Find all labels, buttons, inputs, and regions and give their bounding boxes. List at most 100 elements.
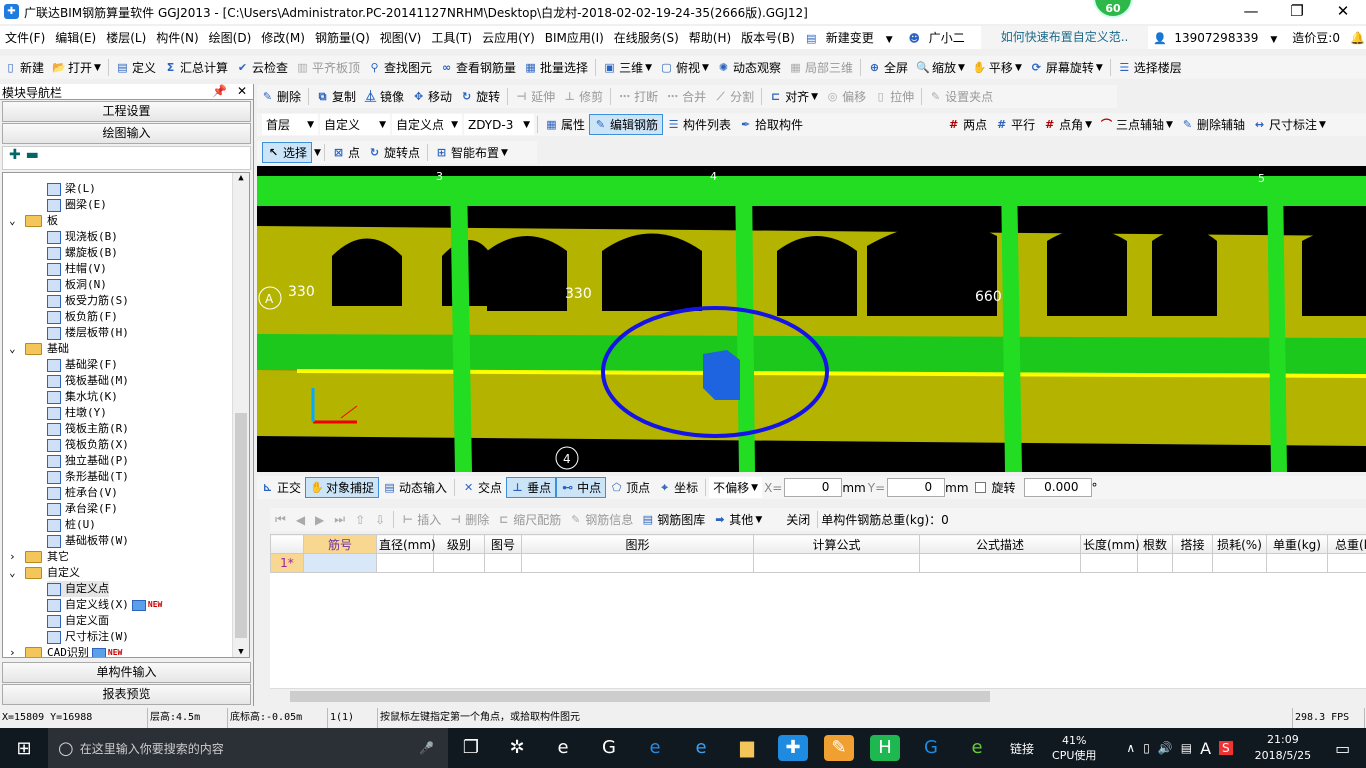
screen-rotate-button[interactable]: ⟳ 屏幕旋转 ▼ (1026, 57, 1107, 78)
table-cell[interactable] (521, 553, 754, 573)
dimension-button[interactable]: ↔ 尺寸标注 ▼ (1249, 114, 1330, 135)
x-input[interactable]: 0 (784, 478, 843, 497)
taskbar-search[interactable]: ○ 在这里输入你要搜索的内容 🎤 (48, 728, 448, 768)
up-record-icon[interactable]: ⇧ (355, 513, 365, 527)
tree-item[interactable]: 自定义面 (47, 613, 109, 629)
sogou-icon[interactable]: S (1219, 741, 1233, 755)
menu-file[interactable]: 文件(F) (0, 29, 50, 46)
table-cell[interactable] (753, 553, 920, 573)
fullscreen-button[interactable]: ⊕ 全屏 (864, 57, 912, 78)
tree-item[interactable]: 板负筋(F) (47, 309, 118, 325)
table-cell[interactable] (484, 553, 522, 573)
chevron-down-icon[interactable]: ⌄ (9, 213, 25, 229)
menu-version[interactable]: 版本号(B) (736, 29, 800, 46)
stretch-button[interactable]: ▯ 拉伸 (870, 86, 918, 107)
align-button[interactable]: ⊏ 对齐 ▼ (765, 86, 822, 107)
collapse-all-icon[interactable]: ▬ (26, 147, 39, 163)
report-preview-button[interactable]: 报表预览 (2, 684, 251, 705)
chevron-down-icon[interactable]: ▼ (1015, 63, 1022, 73)
select-button[interactable]: ↖ 选择 (262, 142, 313, 163)
notification-icon[interactable]: ▭ (1335, 739, 1350, 758)
perpendicular-button[interactable]: ⊥ 垂点 (506, 477, 557, 498)
score-badge[interactable]: 60 (1093, 0, 1133, 18)
three-point-axis-button[interactable]: ⌒ 三点辅轴 ▼ (1096, 114, 1177, 135)
column-header[interactable]: 图形 (521, 534, 754, 554)
microphone-icon[interactable]: 🎤 (419, 741, 434, 755)
properties-button[interactable]: ▦ 属性 (541, 114, 589, 135)
point-angle-button[interactable]: # 点角 ▼ (1039, 114, 1096, 135)
chevron-right-icon[interactable]: › (9, 549, 25, 565)
tree-item[interactable]: 自定义点 (47, 581, 109, 597)
chevron-down-icon[interactable]: ▼ (702, 63, 709, 73)
table-cell[interactable] (919, 553, 1081, 573)
local-3d-button[interactable]: ▦ 局部三维 (785, 57, 857, 78)
column-header[interactable]: 级别 (433, 534, 485, 554)
tree-item[interactable]: ⌄ 基础 (9, 341, 69, 357)
delete-axis-button[interactable]: ✎ 删除辅轴 (1177, 114, 1249, 135)
close-button[interactable]: ✕ (1320, 0, 1366, 24)
copy-button[interactable]: ⧉ 复制 (312, 86, 360, 107)
column-header[interactable]: 直径(mm) (376, 534, 436, 554)
column-header[interactable]: 总重(kg) (1327, 534, 1366, 554)
merge-button[interactable]: ⋯ 合并 (662, 86, 710, 107)
menu-tools[interactable]: 工具(T) (426, 29, 477, 46)
new-change-button[interactable]: ▤ 新建变更 ▼ (800, 29, 903, 46)
menu-help[interactable]: 帮助(H) (684, 29, 736, 46)
column-header[interactable]: 计算公式 (753, 534, 920, 554)
tree-item[interactable]: 楼层板带(H) (47, 325, 129, 341)
orbit-button[interactable]: ✺ 动态观察 (713, 57, 785, 78)
table-cell[interactable] (376, 553, 434, 573)
tree-item[interactable]: 桩承台(V) (47, 485, 118, 501)
link-label[interactable]: 链接 (1010, 740, 1034, 757)
chevron-down-icon[interactable]: ▼ (94, 63, 101, 73)
pan-button[interactable]: ✋ 平移 ▼ (969, 57, 1026, 78)
vertex-button[interactable]: ⬠ 顶点 (606, 477, 654, 498)
glodon-app-icon[interactable]: ✚ (778, 735, 808, 761)
tree-item[interactable]: 基础板带(W) (47, 533, 129, 549)
summary-calc-button[interactable]: Σ 汇总计算 (160, 57, 232, 78)
folder-icon[interactable]: ▆ (732, 735, 762, 761)
offset-select[interactable]: 不偏移 ▼ (709, 477, 763, 498)
tree-item[interactable]: › 其它 (9, 549, 69, 565)
cloud-check-button[interactable]: ✔ 云检查 (232, 57, 292, 78)
close-icon[interactable]: ✕ (237, 84, 247, 98)
ie-icon[interactable]: e (548, 735, 578, 761)
table-cell[interactable] (1212, 553, 1267, 573)
green-e-icon[interactable]: e (962, 735, 992, 761)
pin-icon[interactable]: 📌 (212, 84, 227, 98)
set-grip-button[interactable]: ✎ 设置夹点 (925, 86, 997, 107)
project-settings-button[interactable]: 工程设置 (2, 101, 251, 122)
column-header[interactable]: 长度(mm) (1080, 534, 1140, 554)
scale-rebar-button[interactable]: ⊏ 缩尺配筋 (493, 509, 565, 530)
chevron-down-icon[interactable]: ▼ (755, 515, 762, 525)
clock[interactable]: 21:09 2018/5/25 (1255, 732, 1311, 764)
dynamic-input-button[interactable]: ▤ 动态输入 (379, 477, 451, 498)
windows-start-icon[interactable]: ⊞ (0, 738, 48, 759)
select-floor-button[interactable]: ☰ 选择楼层 (1114, 57, 1186, 78)
task-view-icon[interactable]: ❐ (456, 735, 486, 761)
bell-icon[interactable]: 🔔 (1345, 31, 1366, 45)
intersection-button[interactable]: ✕ 交点 (458, 477, 506, 498)
menu-edit[interactable]: 编辑(E) (50, 29, 101, 46)
edge-icon[interactable]: e (640, 735, 670, 761)
column-header[interactable]: 根数 (1137, 534, 1173, 554)
tree-item[interactable]: 自定义线(X) NEW (47, 597, 162, 613)
table-cell[interactable] (433, 553, 485, 573)
component-list-button[interactable]: ☰ 构件列表 (663, 114, 735, 135)
parallel-axis-button[interactable]: # 平行 (991, 114, 1039, 135)
pick-component-button[interactable]: ✒ 拾取构件 (735, 114, 807, 135)
menu-cloud[interactable]: 云应用(Y) (477, 29, 540, 46)
minimize-button[interactable]: — (1228, 0, 1274, 24)
menu-modify[interactable]: 修改(M) (256, 29, 310, 46)
rotate-input[interactable]: 0.000 (1023, 478, 1092, 497)
rebar-info-button[interactable]: ✎ 钢筋信息 (565, 509, 637, 530)
tree-item[interactable]: 梁(L) (47, 181, 96, 197)
mirror-button[interactable]: ⏅ 镜像 (360, 86, 408, 107)
table-cell[interactable] (1080, 553, 1138, 573)
type-select[interactable]: 自定义 ▼ (320, 114, 390, 135)
3d-viewport[interactable]: 330 330 660 A 3 4 5 4 (257, 166, 1366, 472)
volume-icon[interactable]: 🔊 (1158, 741, 1173, 755)
delete-button[interactable]: ✎ 删除 (257, 86, 305, 107)
3d-button[interactable]: ▣ 三维 ▼ (599, 57, 656, 78)
menu-online[interactable]: 在线服务(S) (609, 29, 684, 46)
